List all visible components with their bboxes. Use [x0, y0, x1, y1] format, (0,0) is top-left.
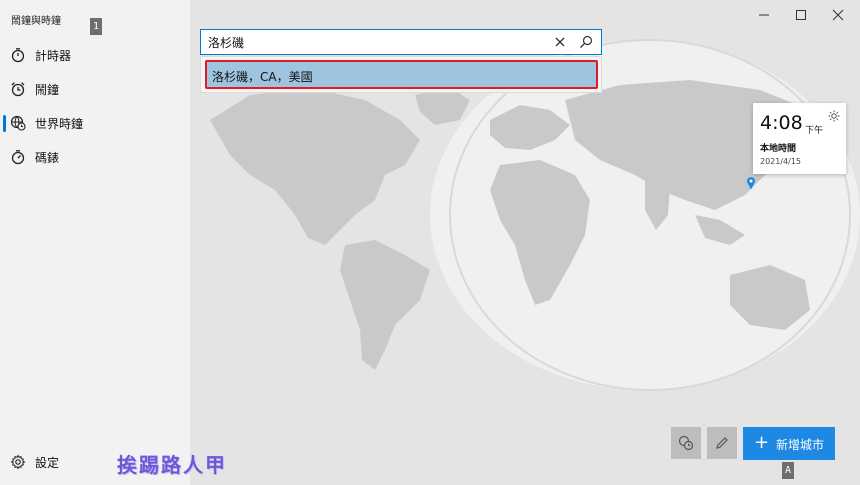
add-city-button[interactable]: + 新增城市 — [743, 427, 835, 460]
app-title: 鬧鐘與時鐘 — [11, 16, 61, 27]
suggestion-item[interactable]: 洛杉磯，CA，美國 — [205, 60, 598, 89]
sun-icon — [828, 110, 840, 122]
local-time-ampm: 下午 — [805, 126, 824, 136]
local-time-card[interactable]: 4:08 下午 本地時間 2021/4/15 — [753, 103, 846, 174]
maximize-button[interactable] — [791, 5, 811, 25]
sidebar-item-alarm[interactable]: 鬧鐘 — [0, 74, 190, 104]
sidebar-item-label: 碼錶 — [35, 151, 60, 165]
annotation-marker: 1 — [90, 18, 102, 35]
location-pin-icon[interactable] — [746, 176, 756, 190]
close-icon — [832, 9, 844, 21]
maximize-icon — [796, 10, 806, 20]
search-suggestions: 洛杉磯，CA，美國 — [200, 56, 602, 93]
sidebar-item-world-clock[interactable]: 世界時鐘 — [0, 108, 190, 138]
stopwatch-icon — [11, 150, 25, 165]
plus-icon: + — [754, 432, 770, 453]
settings-label: 設定 — [35, 456, 60, 470]
world-clock-icon — [10, 115, 26, 131]
local-time-label: 本地時間 — [760, 144, 797, 154]
city-search-box — [200, 29, 602, 55]
suggestion-label: 洛杉磯，CA，美國 — [212, 70, 313, 84]
search-icon[interactable] — [578, 34, 594, 50]
watermark: 挨踢路人甲 — [117, 453, 227, 477]
local-time: 4:08 — [760, 112, 803, 134]
add-city-label: 新增城市 — [776, 438, 825, 452]
alarm-clock-icon — [11, 82, 25, 97]
compare-clocks-icon — [678, 435, 694, 451]
minimize-button[interactable] — [754, 5, 774, 25]
sidebar-item-label: 世界時鐘 — [35, 117, 84, 131]
edit-button[interactable] — [707, 427, 737, 459]
gear-icon — [10, 454, 26, 470]
local-date: 2021/4/15 — [760, 157, 802, 166]
clear-icon[interactable] — [552, 34, 568, 50]
sidebar-item-timer[interactable]: 計時器 — [0, 40, 190, 70]
sidebar: 鬧鐘與時鐘 計時器 鬧鐘 世界時鐘 碼錶 設定 — [0, 0, 190, 485]
timer-icon — [11, 48, 25, 63]
sidebar-item-label: 鬧鐘 — [35, 83, 60, 97]
city-search-input[interactable] — [208, 33, 538, 51]
annotation-marker: A — [782, 462, 794, 479]
close-button[interactable] — [828, 5, 848, 25]
sidebar-item-label: 計時器 — [35, 49, 72, 63]
sidebar-item-stopwatch[interactable]: 碼錶 — [0, 142, 190, 172]
compare-button[interactable] — [671, 427, 701, 459]
pencil-icon — [716, 437, 728, 449]
minimize-icon — [759, 14, 769, 16]
